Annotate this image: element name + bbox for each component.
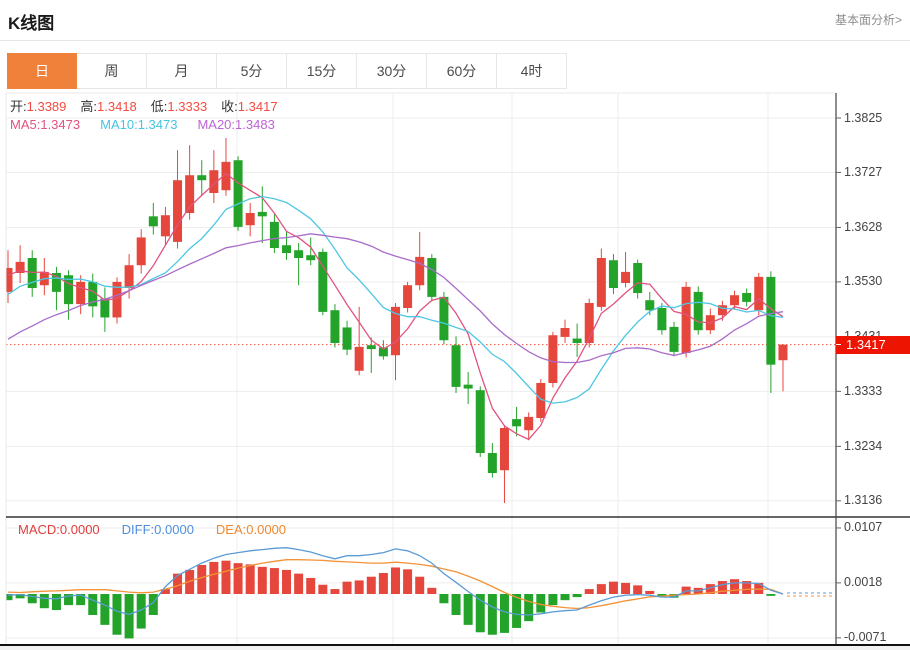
legend-item: 高:1.3418 — [80, 100, 136, 114]
ohlc-legend: 开:1.3389 高:1.3418 低:1.3333 收:1.3417 — [10, 100, 278, 114]
legend-item: MACD:0.0000 — [18, 523, 100, 537]
axis-tick-label: 1.3530 — [844, 274, 882, 289]
axis-tick-label: 1.3628 — [844, 220, 882, 235]
last-price-value: 1.3417 — [846, 337, 886, 352]
axis-tick-label: 0.0018 — [844, 575, 882, 590]
axis-tick-label: 1.3234 — [844, 439, 882, 454]
kline-chart-canvas[interactable] — [0, 0, 910, 650]
legend-item: MA20: 1.3483 — [197, 118, 274, 132]
legend-item: 开:1.3389 — [10, 100, 66, 114]
legend-item: DEA:0.0000 — [216, 523, 286, 537]
axis-tick-label: 0.0107 — [844, 520, 882, 535]
legend-item: 低:1.3333 — [151, 100, 207, 114]
legend-item: MA10: 1.3473 — [100, 118, 177, 132]
price-tag-tick-icon — [836, 344, 841, 345]
legend-item: 收:1.3417 — [221, 100, 277, 114]
last-price-tag: 1.3417 — [836, 336, 910, 354]
legend-item: MA5: 1.3473 — [10, 118, 80, 132]
legend-item: DIFF:0.0000 — [122, 523, 194, 537]
axis-tick-label: 1.3825 — [844, 111, 882, 126]
axis-tick-label: 1.3333 — [844, 384, 882, 399]
axis-tick-label: 1.3136 — [844, 493, 882, 508]
axis-tick-label: 1.3727 — [844, 165, 882, 180]
axis-tick-label: -0.0071 — [844, 630, 886, 645]
bottom-strip — [0, 646, 910, 650]
ma-legend: MA5: 1.3473 MA10: 1.3473 MA20: 1.3483 — [10, 118, 275, 132]
macd-legend: MACD:0.0000 DIFF:0.0000 DEA:0.0000 — [18, 523, 286, 537]
